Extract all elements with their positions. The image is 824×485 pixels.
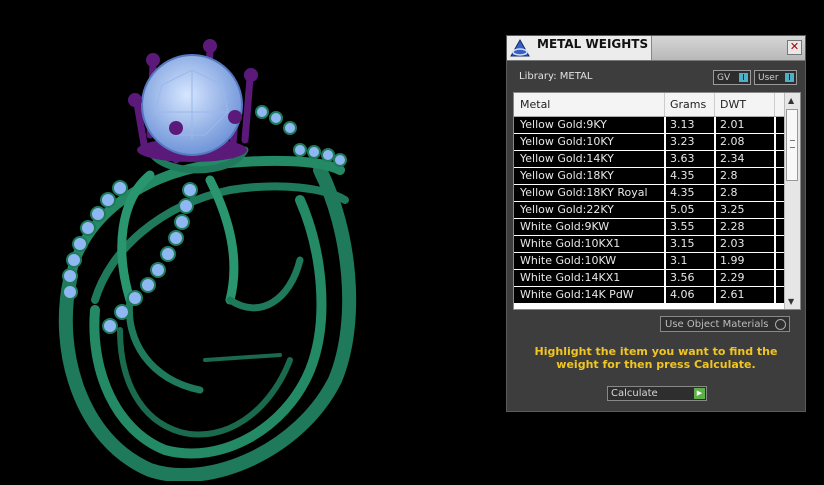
radio-icon[interactable] xyxy=(775,319,786,330)
cell-grams: 3.56 xyxy=(670,271,695,284)
cell-dwt: 2.28 xyxy=(720,220,745,233)
go-arrow-icon: ▶ xyxy=(694,388,705,399)
cell-metal: White Gold:14KX1 xyxy=(520,271,621,284)
cell-metal: Yellow Gold:9KY xyxy=(520,118,607,131)
table-row[interactable]: Yellow Gold:18KY Royal 4.35 2.8 xyxy=(514,185,786,202)
scroll-thumb[interactable] xyxy=(786,109,798,181)
table-row[interactable]: Yellow Gold:18KY 4.35 2.8 xyxy=(514,168,786,185)
panel-titlebar[interactable]: METAL WEIGHTS ✕ xyxy=(507,36,805,61)
cell-metal: Yellow Gold:22KY xyxy=(520,203,614,216)
panel-title: METAL WEIGHTS xyxy=(537,37,649,51)
column-header-grams[interactable]: Grams xyxy=(670,98,706,111)
column-header-metal[interactable]: Metal xyxy=(520,98,550,111)
table-row[interactable]: Yellow Gold:9KY 3.13 2.01 xyxy=(514,117,786,134)
cell-dwt: 2.34 xyxy=(720,152,745,165)
cell-dwt: 2.03 xyxy=(720,237,745,250)
instruction-text: Highlight the item you want to find the … xyxy=(534,345,778,371)
cell-grams: 3.55 xyxy=(670,220,695,233)
cell-metal: Yellow Gold:18KY xyxy=(520,169,614,182)
cell-grams: 3.15 xyxy=(670,237,695,250)
cell-grams: 4.35 xyxy=(670,186,695,199)
cell-dwt: 2.8 xyxy=(720,169,738,182)
cell-metal: Yellow Gold:18KY Royal xyxy=(520,186,648,199)
cell-metal: White Gold:10KX1 xyxy=(520,237,621,250)
cell-metal: Yellow Gold:10KY xyxy=(520,135,614,148)
cell-metal: Yellow Gold:14KY xyxy=(520,152,614,165)
close-icon[interactable]: ✕ xyxy=(787,40,802,55)
use-object-materials-label: Use Object Materials xyxy=(665,319,769,330)
column-header-dwt[interactable]: DWT xyxy=(720,98,746,111)
cell-grams: 3.23 xyxy=(670,135,695,148)
cell-grams: 3.63 xyxy=(670,152,695,165)
metal-weights-table[interactable]: Metal Grams DWT Yellow Gold:9KY 3.13 2.0… xyxy=(513,92,801,310)
gv-toggle[interactable]: GV I xyxy=(713,70,751,85)
cell-grams: 4.06 xyxy=(670,288,695,301)
cell-grams: 5.05 xyxy=(670,203,695,216)
cell-grams: 3.1 xyxy=(670,254,688,267)
use-object-materials-option[interactable]: Use Object Materials xyxy=(660,316,790,332)
panel-title-tab: METAL WEIGHTS xyxy=(507,36,652,60)
cell-metal: White Gold:10KW xyxy=(520,254,617,267)
calculate-button[interactable]: Calculate ▶ xyxy=(607,386,707,401)
cell-dwt: 3.25 xyxy=(720,203,745,216)
table-row[interactable]: Yellow Gold:22KY 5.05 3.25 xyxy=(514,202,786,219)
table-row[interactable]: Yellow Gold:14KY 3.63 2.34 xyxy=(514,151,786,168)
gv-toggle-knob: I xyxy=(739,73,748,82)
cell-dwt: 1.99 xyxy=(720,254,745,267)
table-row[interactable]: White Gold:10KX1 3.15 2.03 xyxy=(514,236,786,253)
cell-dwt: 2.08 xyxy=(720,135,745,148)
cell-metal: White Gold:9KW xyxy=(520,220,610,233)
3d-viewport[interactable] xyxy=(0,0,500,483)
user-toggle-label: User xyxy=(758,73,779,83)
ring-app-icon xyxy=(510,38,530,57)
cell-dwt: 2.01 xyxy=(720,118,745,131)
calculate-label: Calculate xyxy=(611,388,658,399)
cell-dwt: 2.8 xyxy=(720,186,738,199)
cell-dwt: 2.29 xyxy=(720,271,745,284)
table-header: Metal Grams DWT xyxy=(514,93,786,117)
table-scrollbar[interactable]: ▲ ▼ xyxy=(784,93,800,309)
table-row[interactable]: White Gold:14KX1 3.56 2.29 xyxy=(514,270,786,287)
cell-grams: 3.13 xyxy=(670,118,695,131)
ring-model xyxy=(58,39,357,483)
scroll-up-icon[interactable]: ▲ xyxy=(788,96,794,105)
table-rows: Yellow Gold:9KY 3.13 2.01 Yellow Gold:10… xyxy=(514,117,786,304)
grip-icon xyxy=(790,140,795,148)
table-row[interactable]: White Gold:10KW 3.1 1.99 xyxy=(514,253,786,270)
cell-metal: White Gold:14K PdW xyxy=(520,288,634,301)
cell-grams: 4.35 xyxy=(670,169,695,182)
metal-weights-panel: METAL WEIGHTS ✕ Library: METAL GV I User… xyxy=(506,35,806,412)
table-row[interactable]: White Gold:14K PdW 4.06 2.61 xyxy=(514,287,786,304)
gv-toggle-label: GV xyxy=(717,73,731,83)
table-row[interactable]: White Gold:9KW 3.55 2.28 xyxy=(514,219,786,236)
library-label: Library: METAL xyxy=(519,71,593,82)
table-row[interactable]: Yellow Gold:10KY 3.23 2.08 xyxy=(514,134,786,151)
user-toggle-knob: I xyxy=(785,73,794,82)
cell-dwt: 2.61 xyxy=(720,288,745,301)
user-toggle[interactable]: User I xyxy=(754,70,797,85)
scroll-down-icon[interactable]: ▼ xyxy=(788,297,794,306)
